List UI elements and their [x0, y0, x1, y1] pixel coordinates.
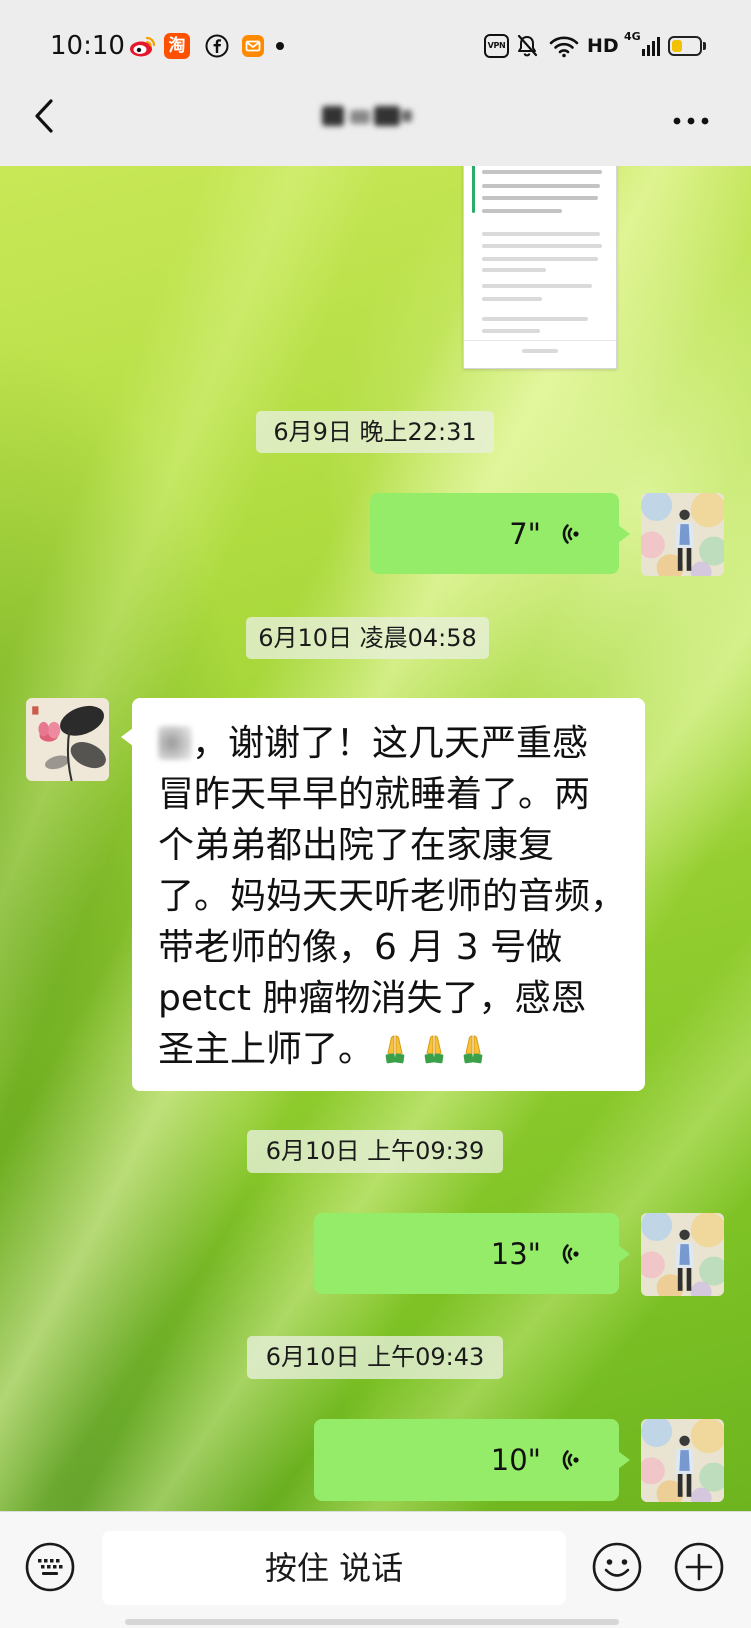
folded-hands-icon	[455, 1030, 491, 1066]
message-line: petct 肿瘤物消失了，感恩	[158, 978, 587, 1019]
hd-indicator: HD	[587, 35, 619, 57]
chat-title	[318, 100, 414, 132]
notification-dot	[276, 42, 284, 50]
text-message[interactable]: ，谢谢了！这几天严重感 冒昨天早早的就睡着了。两 个弟弟都出院了在家康复 了。妈…	[121, 698, 645, 1091]
message-line: 带老师的像，6 月 3 号做	[158, 927, 563, 968]
timestamp: 6月10日 上午09:43	[247, 1336, 503, 1379]
back-arrow-icon[interactable]	[33, 98, 55, 134]
battery-icon	[668, 36, 702, 56]
wifi-icon	[549, 34, 579, 58]
plus-icon[interactable]	[673, 1541, 725, 1593]
facebook-icon	[205, 34, 229, 58]
status-time: 10:10	[50, 31, 125, 61]
timestamp: 6月9日 晚上22:31	[256, 411, 494, 453]
more-icon[interactable]	[671, 111, 711, 125]
voice-duration: 7"	[509, 516, 541, 551]
signal-icon	[641, 36, 661, 56]
mail-icon	[241, 34, 265, 58]
my-avatar[interactable]	[641, 493, 724, 576]
voice-message[interactable]: 13"	[314, 1213, 630, 1294]
voice-duration: 13"	[490, 1236, 541, 1271]
voice-message[interactable]: 7"	[370, 493, 630, 574]
message-line: 个弟弟都出院了在家康复	[158, 825, 555, 866]
voice-wave-icon	[555, 520, 583, 548]
voice-message[interactable]: 10"	[314, 1419, 630, 1501]
message-line: 冒昨天早早的就睡着了。两	[158, 774, 591, 815]
battery-tip	[703, 42, 706, 50]
message-line: 圣主上师了。	[158, 1024, 635, 1075]
battery-fill	[672, 40, 683, 52]
image-message[interactable]	[463, 166, 617, 369]
message-line: 了。妈妈天天听老师的音频，	[158, 876, 627, 917]
chat-header	[0, 92, 751, 166]
emoji-icon[interactable]	[591, 1541, 643, 1593]
hold-to-talk-button[interactable]: 按住 说话	[102, 1531, 566, 1605]
message-line: ，谢谢了！这几天严重感	[158, 718, 635, 769]
message-line-text: 圣主上师了。	[158, 1029, 375, 1070]
timestamp: 6月10日 凌晨04:58	[246, 617, 489, 659]
timestamp: 6月10日 上午09:39	[247, 1130, 503, 1173]
voice-wave-icon	[555, 1446, 583, 1474]
status-bar: 10:10 淘 VPN HD 4G	[0, 0, 751, 92]
taobao-icon: 淘	[164, 33, 190, 59]
wechat-chat-screen: 10:10 淘 VPN HD 4G 6月9日 晚上22:31 7" 6月10日 …	[0, 0, 751, 1628]
folded-hands-icon	[377, 1030, 413, 1066]
voice-wave-icon	[555, 1240, 583, 1268]
my-avatar[interactable]	[641, 1213, 724, 1296]
voice-duration: 10"	[490, 1443, 541, 1477]
my-avatar[interactable]	[641, 1419, 724, 1502]
weibo-icon	[129, 34, 157, 58]
folded-hands-icon	[416, 1030, 452, 1066]
gesture-bar	[125, 1619, 619, 1625]
mute-bell-icon	[516, 34, 538, 58]
blurred-name	[158, 726, 192, 760]
message-line-text: ，谢谢了！这几天严重感	[192, 723, 589, 764]
contact-avatar[interactable]	[26, 698, 109, 781]
network-type: 4G	[624, 30, 641, 43]
chat-message-list[interactable]: 6月9日 晚上22:31 7" 6月10日 凌晨04:58 ，谢谢了！这几天严重…	[0, 166, 751, 1511]
keyboard-icon[interactable]	[24, 1541, 76, 1593]
image-accent-line	[472, 166, 475, 213]
vpn-icon: VPN	[484, 34, 509, 58]
